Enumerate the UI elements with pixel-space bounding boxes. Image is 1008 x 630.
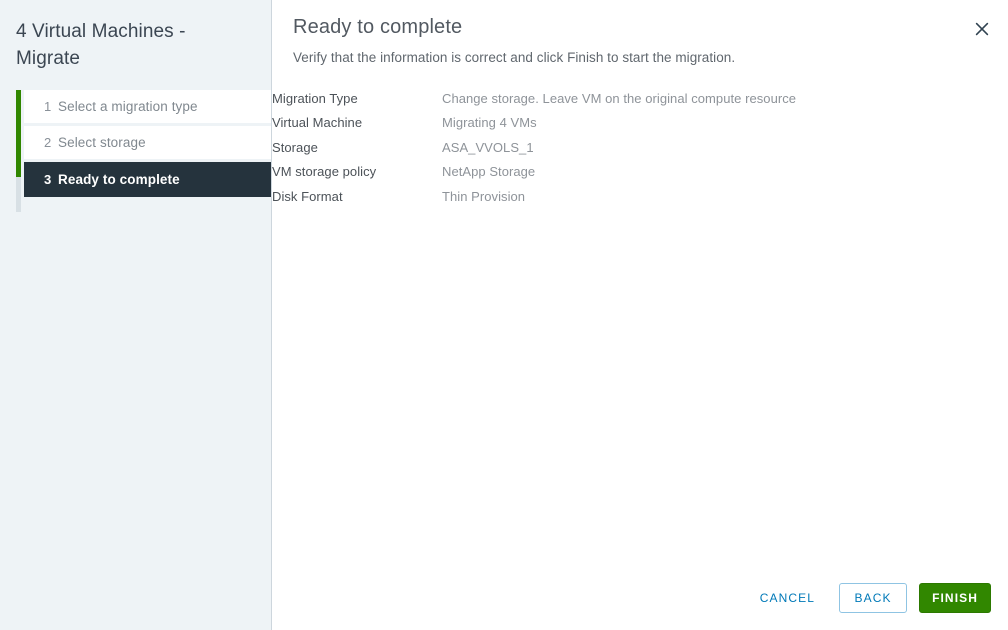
summary-label: VM storage policy — [272, 164, 377, 180]
sidebar-step-ready-to-complete[interactable]: 3 Ready to complete — [24, 162, 271, 197]
page-subtitle: Verify that the information is correct a… — [293, 50, 736, 65]
table-row: Disk Format Thin Provision — [272, 184, 796, 209]
summary-label: Virtual Machine — [272, 115, 363, 131]
table-row: Storage ASA_VVOLS_1 — [272, 135, 796, 160]
table-row: Migration Type Change storage. Leave VM … — [272, 86, 796, 111]
sidebar-step-select-storage[interactable]: 2 Select storage — [24, 126, 271, 159]
summary-value: NetApp Storage — [442, 164, 536, 180]
step-label: Select storage — [58, 135, 146, 150]
wizard-title: 4 Virtual Machines - Migrate — [16, 21, 186, 69]
summary-label: Migration Type — [272, 90, 358, 106]
migration-summary-table: Migration Type Change storage. Leave VM … — [272, 86, 796, 209]
step-number: 1 — [44, 99, 52, 114]
summary-value: Change storage. Leave VM on the original… — [442, 90, 797, 106]
wizard-footer: CANCEL BACK FINISH — [746, 583, 991, 613]
wizard-sidebar: 4 Virtual Machines - Migrate 1 Select a … — [0, 0, 272, 630]
step-rail-completed — [16, 90, 21, 177]
back-button[interactable]: BACK — [839, 583, 908, 613]
summary-value: Migrating 4 VMs — [442, 115, 537, 131]
wizard-main-panel: Ready to complete Verify that the inform… — [272, 0, 1008, 630]
summary-label: Storage — [272, 139, 318, 155]
page-title: Ready to complete — [293, 16, 463, 38]
step-label: Ready to complete — [58, 172, 180, 187]
sidebar-step-select-a-migration-type[interactable]: 1 Select a migration type — [24, 90, 271, 123]
step-rail-current — [16, 177, 21, 212]
wizard-steps: 1 Select a migration type 2 Select stora… — [0, 90, 271, 212]
table-row: VM storage policy NetApp Storage — [272, 160, 796, 185]
close-icon[interactable] — [971, 18, 993, 40]
step-label: Select a migration type — [58, 99, 198, 114]
step-number: 3 — [44, 172, 52, 187]
table-row: Virtual Machine Migrating 4 VMs — [272, 111, 796, 136]
summary-value: ASA_VVOLS_1 — [442, 139, 534, 155]
summary-label: Disk Format — [272, 188, 343, 204]
step-number: 2 — [44, 135, 52, 150]
migrate-wizard-dialog: 4 Virtual Machines - Migrate 1 Select a … — [0, 0, 1008, 630]
finish-button[interactable]: FINISH — [919, 583, 991, 613]
summary-value: Thin Provision — [442, 188, 526, 204]
cancel-button[interactable]: CANCEL — [746, 583, 829, 613]
